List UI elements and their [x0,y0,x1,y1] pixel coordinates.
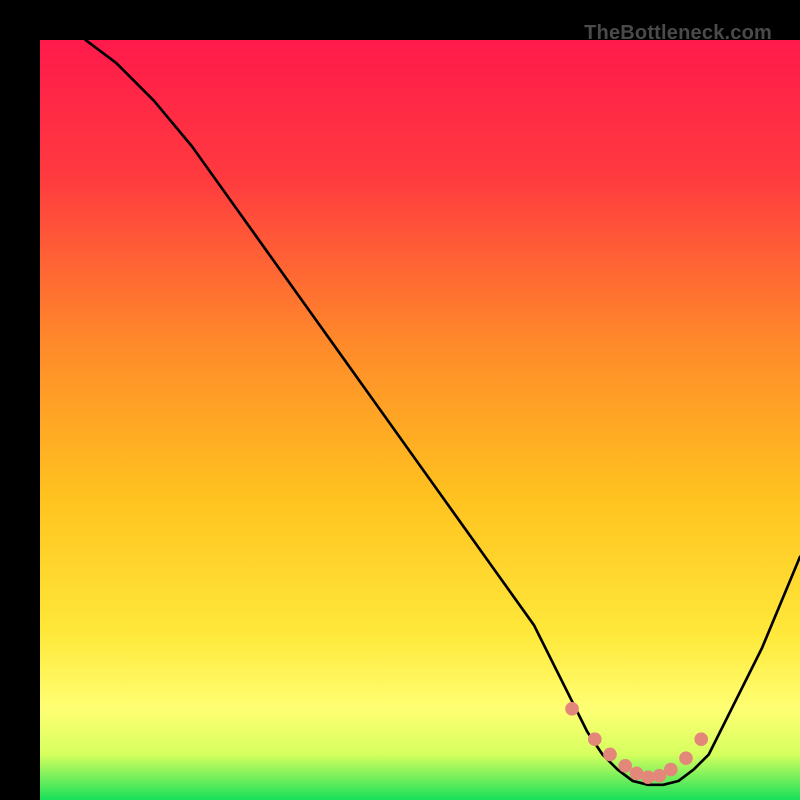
valley-dot [603,748,617,762]
valley-dot [679,751,693,765]
valley-dots [565,702,708,784]
valley-dot [618,759,632,773]
bottleneck-curve [86,40,800,785]
valley-dot [588,732,602,746]
valley-dot [694,732,708,746]
bottleneck-curve-svg [40,40,800,800]
chart-frame: TheBottleneck.com [20,20,780,780]
valley-dot [664,763,678,777]
valley-dot [565,702,579,716]
watermark-text: TheBottleneck.com [584,22,772,45]
plot-area [40,40,800,800]
